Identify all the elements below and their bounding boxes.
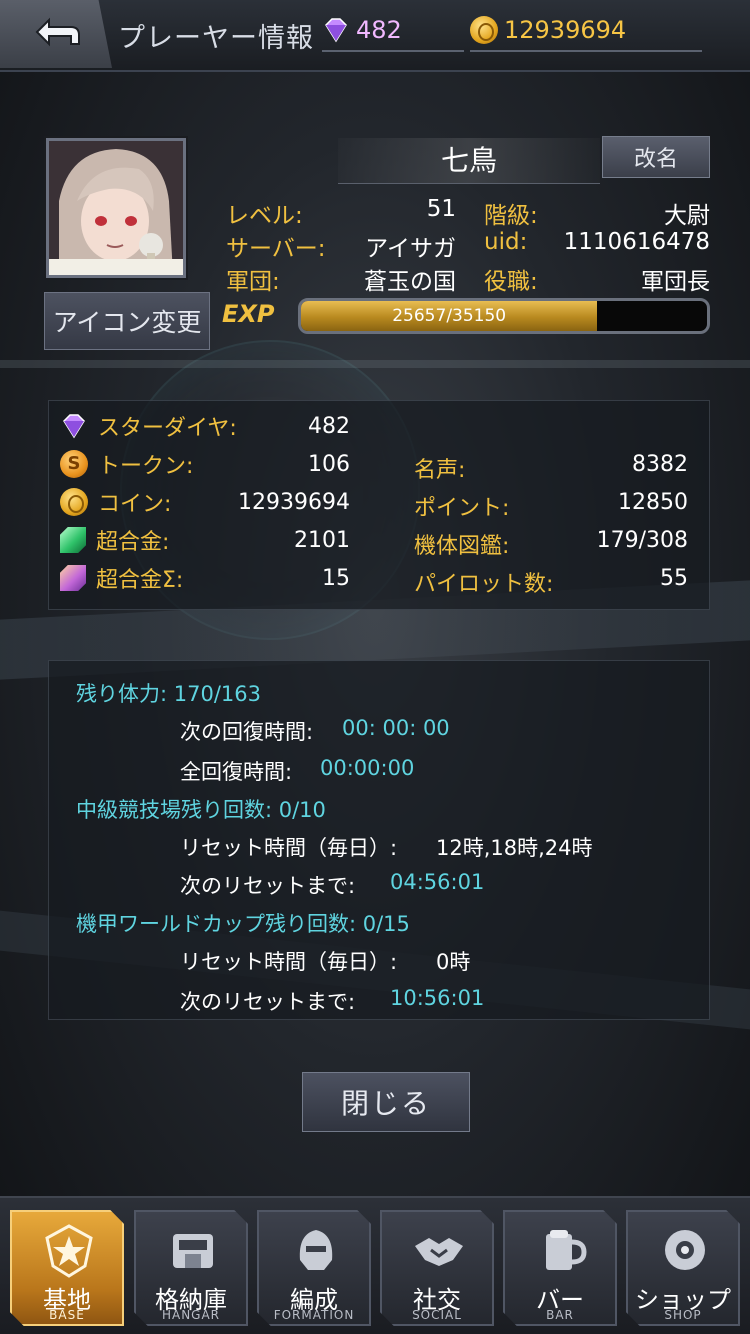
mech-catalog-value: 179/308 (596, 528, 688, 553)
back-arrow-icon (35, 17, 80, 47)
nav-hangar[interactable]: 格納庫 HANGAR (134, 1210, 248, 1326)
worldcup-next-value: 10:56:01 (390, 986, 485, 1010)
resource-value: 2101 (294, 528, 350, 553)
base-emblem-icon (45, 1224, 93, 1278)
nav-social[interactable]: 社交 SOCIAL (380, 1210, 494, 1326)
coin-amount: 12939694 (504, 16, 627, 44)
resource-label: 超合金: (96, 530, 170, 555)
resource-value: 106 (308, 452, 350, 477)
arena-next-label: 次のリセットまで: (180, 874, 356, 898)
exp-progress-text: 25657/35150 (392, 306, 507, 326)
server-value: アイサガ (365, 236, 456, 262)
avatar (46, 138, 186, 278)
change-icon-button[interactable]: アイコン変更 (44, 292, 210, 350)
level-value: 51 (426, 196, 456, 222)
pilot-portrait-icon (49, 141, 183, 275)
background-rail (0, 360, 750, 368)
top-bar: プレーヤー情報 482 12939694 (0, 0, 750, 72)
super-alloy-icon (60, 527, 86, 553)
diamond-counter: 482 (322, 10, 464, 52)
resource-label: コイン: (98, 492, 172, 517)
resource-value: 12939694 (238, 490, 350, 515)
player-name: 七鳥 (338, 138, 600, 184)
resource-value: 15 (322, 566, 350, 591)
pilot-count-label: パイロット数: (414, 572, 554, 597)
uid-label: uid: (484, 229, 528, 255)
bottom-nav: 基地 BASE 格納庫 HANGAR 編成 FORMATION 社交 SOCIA… (0, 1196, 750, 1334)
full-recovery-label: 全回復時間: (180, 760, 293, 784)
fame-label: 名声: (414, 458, 466, 483)
rank-value: 大尉 (664, 203, 710, 229)
nav-bar[interactable]: バー BAR (503, 1210, 617, 1326)
next-recovery-label: 次の回復時間: (180, 720, 314, 744)
coin-icon (60, 488, 88, 516)
resource-super-alloy: 超合金: (60, 522, 169, 558)
arena-reset-value: 12時,18時,24時 (436, 836, 593, 860)
back-button[interactable] (0, 0, 112, 68)
page-title: プレーヤー情報 (118, 23, 314, 54)
resource-label: トークン: (98, 454, 194, 479)
fame-value: 8382 (632, 452, 688, 477)
hangar-icon (173, 1234, 213, 1268)
next-recovery-value: 00: 00: 00 (342, 716, 450, 740)
resource-super-alloy-sigma: 超合金Σ: (60, 560, 183, 596)
diamond-amount: 482 (356, 16, 402, 44)
pilot-count-value: 55 (660, 566, 688, 591)
nav-formation[interactable]: 編成 FORMATION (257, 1210, 371, 1326)
star-diamond-icon (63, 414, 85, 439)
arena-next-value: 04:56:01 (390, 870, 485, 894)
level-label: レベル: (226, 203, 303, 229)
points-label: ポイント: (414, 496, 510, 521)
shop-orb-icon (665, 1230, 705, 1270)
uid-value: 1110616478 (563, 229, 710, 255)
worldcup-next-label: 次のリセットまで: (180, 990, 356, 1014)
nav-sublabel: SHOP (664, 1308, 702, 1322)
resource-token: トークン: (60, 446, 193, 482)
worldcup-remaining-text: 機甲ワールドカップ残り回数: 0/15 (76, 912, 410, 936)
mech-catalog-label: 機体図鑑: (414, 534, 510, 559)
rename-button[interactable]: 改名 (602, 136, 710, 178)
nav-sublabel: BASE (49, 1308, 85, 1322)
arena-reset-label: リセット時間（毎日）: (180, 836, 398, 860)
close-button[interactable]: 閉じる (302, 1072, 470, 1132)
worldcup-reset-label: リセット時間（毎日）: (180, 950, 398, 974)
mug-icon (546, 1230, 587, 1270)
nav-shop[interactable]: ショップ SHOP (626, 1210, 740, 1326)
nav-sublabel: SOCIAL (412, 1308, 462, 1322)
coin-counter: 12939694 (470, 10, 702, 52)
resource-value: 482 (308, 414, 350, 439)
super-alloy-sigma-icon (60, 565, 86, 591)
formation-helmet-icon (299, 1230, 333, 1270)
exp-progress-bar: 25657/35150 (298, 298, 710, 334)
points-value: 12850 (618, 490, 688, 515)
server-label: サーバー: (226, 236, 326, 262)
role-value: 軍団長 (641, 269, 710, 295)
nav-sublabel: HANGAR (161, 1308, 221, 1322)
nav-sublabel: BAR (546, 1308, 574, 1322)
legion-value: 蒼玉の国 (364, 269, 456, 295)
exp-label: EXP (222, 300, 275, 328)
resource-label: スターダイヤ: (98, 416, 237, 441)
nav-base[interactable]: 基地 BASE (10, 1210, 124, 1326)
nav-sublabel: FORMATION (273, 1308, 355, 1322)
role-label: 役職: (484, 269, 538, 295)
worldcup-reset-value: 0時 (436, 950, 471, 974)
coin-icon (470, 16, 498, 44)
resource-star-diamond: スターダイヤ: (60, 408, 237, 444)
resource-coin: コイン: (60, 484, 171, 520)
resource-label: 超合金Σ: (96, 568, 184, 593)
token-icon (60, 450, 88, 478)
full-recovery-value: 00:00:00 (320, 756, 415, 780)
rank-label: 階級: (484, 203, 538, 229)
arena-remaining-text: 中級競技場残り回数: 0/10 (76, 798, 326, 822)
legion-label: 軍団: (226, 269, 280, 295)
handshake-icon (415, 1238, 463, 1266)
stamina-text: 残り体力: 170/163 (76, 682, 261, 706)
star-diamond-icon (325, 18, 347, 43)
